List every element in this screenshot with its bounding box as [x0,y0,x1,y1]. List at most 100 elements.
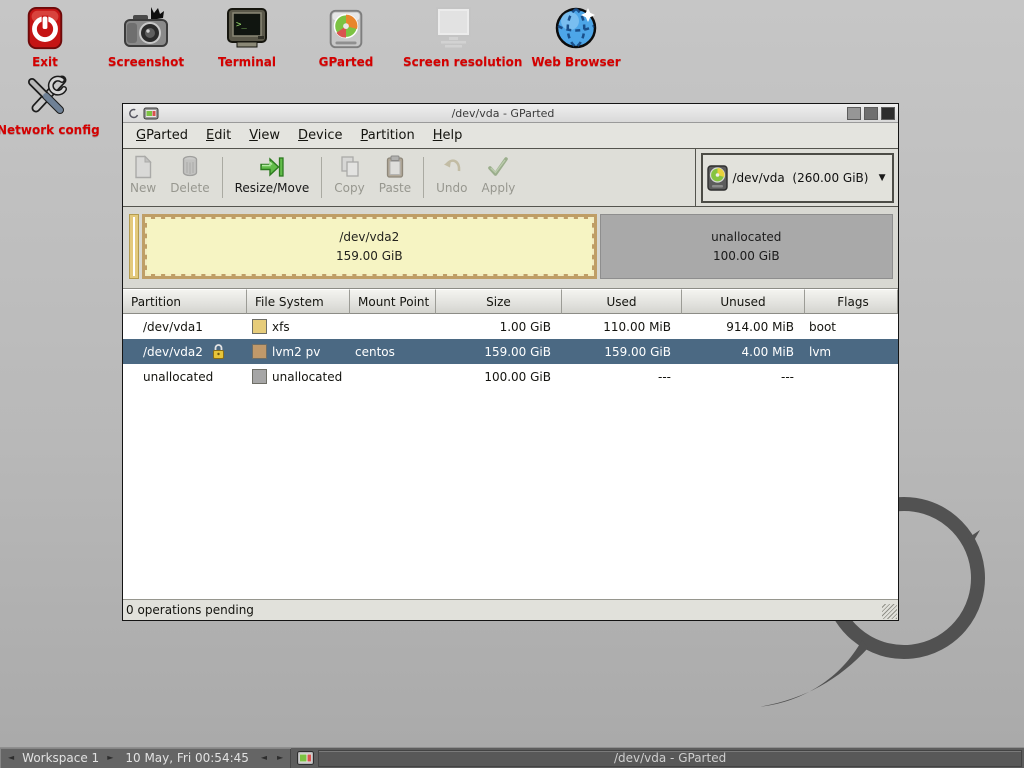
power-icon [0,4,95,52]
fs-label: xfs [272,320,290,334]
table-row-unallocated[interactable]: unallocated unallocated 100.00 GiB --- -… [123,364,898,389]
tasklist-next-icon[interactable]: ► [275,754,285,762]
minimize-button[interactable] [847,107,861,120]
desktop-icon-network-config[interactable]: Network config [0,72,97,137]
statusbar: 0 operations pending [123,599,898,620]
tasklist-prev-icon[interactable]: ◄ [259,754,269,762]
table-row-vda1[interactable]: /dev/vda1 xfs 1.00 GiB 110.00 MiB 914.00… [123,314,898,339]
titlebar[interactable]: /dev/vda - GParted [123,104,898,123]
partition-segment-unallocated[interactable]: unallocated 100.00 GiB [600,214,893,279]
toolbar-separator [222,157,223,198]
resize-grip[interactable] [882,604,897,619]
menu-edit[interactable]: Edit [197,125,240,146]
desktop-icon-label: Screenshot [96,55,196,69]
undo-icon [441,154,463,180]
table-empty-area [123,389,898,599]
taskbar-gparted-icon[interactable] [297,751,314,765]
col-file-system: File System [247,289,350,314]
dropdown-arrow-icon[interactable]: ▼ [877,173,888,183]
partition-cell: unallocated [123,370,247,384]
desktop-icon-label: Exit [0,55,95,69]
device-disk-icon [707,165,728,191]
desktop-icon-label: Terminal [197,55,297,69]
taskbar: ◄ Workspace 1 ► 10 May, Fri 00:54:45 ◄ ►… [0,747,1024,768]
workspace-next-icon[interactable]: ► [105,754,115,762]
device-size: (260.00 GiB) [792,171,868,185]
partition-cell: /dev/vda2 [143,345,203,359]
partition-table: Partition File System Mount Point Size U… [123,288,898,599]
resize-move-icon [259,154,285,180]
camera-icon [96,4,196,52]
undo-button: Undo [429,149,474,206]
menu-help[interactable]: Help [424,125,472,146]
device-selector[interactable]: /dev/vda (260.00 GiB) ▼ [701,153,894,203]
desktop-icon-label: Screen resolution [403,55,503,69]
resize-move-button[interactable]: Resize/Move [228,149,317,206]
table-row-vda2-selected[interactable]: /dev/vda2 lvm2 pv centos 159.00 GiB 159.… [123,339,898,364]
size-cell: 1.00 GiB [436,320,562,334]
partition-segment-vda2[interactable]: /dev/vda2 159.00 GiB [142,214,597,279]
table-header: Partition File System Mount Point Size U… [123,289,898,314]
segment-size: 100.00 GiB [713,247,780,266]
used-cell: 110.00 MiB [562,320,682,334]
desktop-icon-web-browser[interactable]: Web Browser [526,4,626,69]
wm-menu-swirl-icon[interactable] [126,107,139,120]
flags-cell: boot [805,320,898,334]
gparted-disk-icon [296,4,396,52]
taskbar-window-title: /dev/vda - GParted [614,751,726,765]
lock-icon [212,343,225,360]
col-mount-point: Mount Point [350,289,436,314]
menubar: GParted Edit View Device Partition Help [123,123,898,149]
desktop-icon-gparted[interactable]: GParted [296,4,396,69]
delete-partition-icon [180,154,200,180]
toolbar-separator [423,157,424,198]
apply-check-icon [486,154,510,180]
col-used: Used [562,289,682,314]
toolbar-separator [321,157,322,198]
unused-cell: 4.00 MiB [682,345,805,359]
used-cell: --- [562,370,682,384]
size-cell: 159.00 GiB [436,345,562,359]
desktop-icon-screen-resolution[interactable]: Screen resolution [403,4,503,69]
menu-view[interactable]: View [240,125,289,146]
clock: 10 May, Fri 00:54:45 [121,751,253,765]
segment-label: /dev/vda2 [339,228,399,247]
desktop-icon-label: Network config [0,123,97,137]
terminal-prompt-glyph: >_ [236,20,247,30]
segment-label: unallocated [711,228,781,247]
fs-color-swatch [252,344,267,359]
new-partition-icon [133,154,153,180]
menu-device[interactable]: Device [289,125,351,146]
fs-label: unallocated [272,370,342,384]
delete-button: Delete [163,149,216,206]
gparted-window: /dev/vda - GParted GParted Edit View Dev… [122,103,899,621]
mount-cell: centos [350,345,436,359]
paste-icon [384,154,406,180]
unused-cell: --- [682,370,805,384]
used-cell: 159.00 GiB [562,345,682,359]
disk-visual-bar: /dev/vda2 159.00 GiB unallocated 100.00 … [123,207,898,288]
menu-partition[interactable]: Partition [352,125,424,146]
workspace-prev-icon[interactable]: ◄ [6,754,16,762]
copy-icon [339,154,361,180]
close-button[interactable] [881,107,895,120]
desktop-icon-screenshot[interactable]: Screenshot [96,4,196,69]
workspace-pager: ◄ Workspace 1 ► 10 May, Fri 00:54:45 ◄ ► [0,748,291,768]
menu-gparted[interactable]: GParted [127,125,197,146]
workspace-label[interactable]: Workspace 1 [22,751,99,765]
desktop-icon-terminal[interactable]: >_ Terminal [197,4,297,69]
desktop-icon-exit[interactable]: Exit [0,4,95,69]
col-partition: Partition [123,289,247,314]
new-button: New [123,149,163,206]
gparted-app-icon [143,107,159,120]
desktop-icon-label: Web Browser [526,55,626,69]
segment-size: 159.00 GiB [336,247,403,266]
taskbar-window-button[interactable]: /dev/vda - GParted [318,750,1022,767]
maximize-button[interactable] [864,107,878,120]
partition-cell: /dev/vda1 [123,320,247,334]
window-title: /dev/vda - GParted [159,107,847,120]
status-text: 0 operations pending [126,603,254,617]
col-flags: Flags [805,289,898,314]
partition-segment-vda1[interactable] [129,214,139,279]
paste-button: Paste [372,149,418,206]
